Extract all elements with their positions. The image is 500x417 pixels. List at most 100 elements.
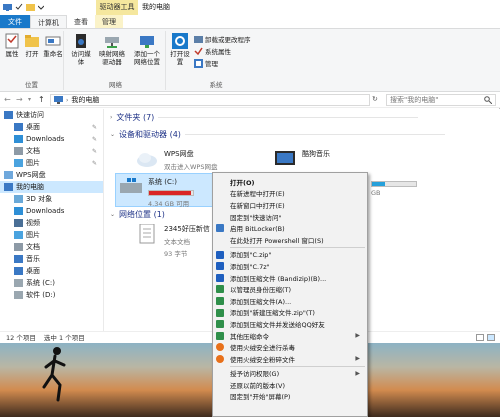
devices-section-header[interactable]: ⌄ 设备和驱动器 (4) xyxy=(110,129,445,140)
properties-button[interactable]: 属性 xyxy=(4,33,20,58)
access-media-button[interactable]: 访问媒体 xyxy=(70,33,92,66)
context-menu-item[interactable]: 在新进程中打开(E) xyxy=(213,188,367,200)
system-properties-button[interactable]: 系统属性 xyxy=(194,46,231,56)
context-menu-item[interactable]: 添加到"新建压缩文件.zip"(T) xyxy=(213,307,367,319)
network-section-header[interactable]: ⌄ 网络位置 (1) xyxy=(110,209,165,220)
kugou-name: 酷狗音乐 xyxy=(302,150,330,158)
recent-dropdown-icon[interactable]: ▾ xyxy=(28,96,31,103)
network-group: 访问媒体 映射网络驱动器 添加一个网络位置 网络 xyxy=(66,31,166,90)
open-button[interactable]: 打开 xyxy=(24,33,40,58)
context-menu-item-label: 固定到"快速访问" xyxy=(230,213,282,222)
sidebar-item[interactable]: 图片 ✎ xyxy=(0,157,103,169)
haozip-icon xyxy=(216,320,224,329)
sidebar-item-label: 文档 xyxy=(26,243,40,251)
address-box[interactable]: › 我的电脑 xyxy=(50,94,370,106)
context-menu-item[interactable]: 其他压缩命令 ▶ xyxy=(213,330,367,342)
details-view-icon[interactable] xyxy=(476,334,484,341)
context-menu-item[interactable]: 添加到压缩文件(A)... xyxy=(213,295,367,307)
folders-section-header[interactable]: › 文件夹 (7) xyxy=(110,112,419,123)
context-menu-item[interactable]: 固定到"开始"屏幕(P) xyxy=(213,391,367,403)
sidebar-item[interactable]: Downloads xyxy=(0,205,103,217)
submenu-arrow-icon: ▶ xyxy=(355,369,360,377)
context-menu-item[interactable]: 启用 BitLocker(B) xyxy=(213,222,367,234)
sidebar-item[interactable]: 软件 (D:) xyxy=(0,289,103,301)
sidebar-item[interactable]: 视频 xyxy=(0,217,103,229)
wps-drive-name: WPS网盘 xyxy=(164,150,194,158)
sidebar-item[interactable]: 文档 xyxy=(0,241,103,253)
sidebar-item[interactable]: 文档 ✎ xyxy=(0,145,103,157)
rename-label: 重命名 xyxy=(43,50,63,58)
sidebar-item[interactable]: WPS网盘 xyxy=(0,169,103,181)
pin-icon[interactable]: ✎ xyxy=(92,124,97,131)
tiles-view-icon[interactable] xyxy=(487,334,495,341)
forward-button[interactable]: → xyxy=(16,95,23,104)
runner-silhouette xyxy=(42,347,66,402)
context-menu-item[interactable]: 固定到"快速访问" xyxy=(213,211,367,223)
context-menu-item[interactable]: 在新窗口中打开(E) xyxy=(213,199,367,211)
network-header-label: 网络位置 (1) xyxy=(119,210,165,219)
sidebar-item[interactable]: 桌面 xyxy=(0,265,103,277)
window-title: 我的电脑 xyxy=(142,3,170,11)
tab-computer[interactable]: 计算机 xyxy=(30,15,67,28)
ribbon-tabs: 文件 计算机 查看 管理 xyxy=(0,15,500,29)
access-media-label: 访问媒体 xyxy=(71,50,91,66)
tab-view[interactable]: 查看 xyxy=(67,15,95,28)
refresh-button[interactable]: ↻ xyxy=(372,95,378,103)
context-menu-item[interactable]: 添加到"C.7z" xyxy=(213,260,367,272)
properties-icon xyxy=(5,33,19,49)
haozip-icon xyxy=(216,331,224,340)
open-settings-label: 打开设置 xyxy=(170,50,190,66)
map-drive-button[interactable]: 映射网络驱动器 xyxy=(98,33,126,66)
drive-d-usage-fill xyxy=(372,182,386,186)
kugou-tile[interactable]: 酷狗音乐 xyxy=(273,149,330,169)
context-menu-item[interactable]: 打开(O) xyxy=(213,176,367,188)
pin-icon[interactable]: ✎ xyxy=(92,136,97,143)
document-icon xyxy=(14,147,23,155)
context-menu-item[interactable]: 授予访问权限(G) ▶ xyxy=(213,368,367,380)
sidebar-item-label: 视频 xyxy=(26,219,40,227)
sidebar-item[interactable]: 我的电脑 xyxy=(0,181,103,193)
wps-drive-sub: 双击进入WPS网盘 xyxy=(164,163,218,171)
sidebar-item[interactable]: 音乐 xyxy=(0,253,103,265)
sidebar-item[interactable]: 3D 对象 xyxy=(0,193,103,205)
folder-icon[interactable] xyxy=(26,3,35,13)
context-menu-item[interactable]: 还原以前的版本(V) xyxy=(213,379,367,391)
drive-c-tile[interactable]: 系统 (C:) 4.34 GB 可用 xyxy=(115,173,215,208)
pin-icon[interactable]: ✎ xyxy=(92,148,97,155)
checkmark-icon[interactable] xyxy=(15,3,23,13)
add-network-location-button[interactable]: 添加一个网络位置 xyxy=(132,33,162,66)
uninstall-program-button[interactable]: 卸载或更改程序 xyxy=(194,34,251,44)
tab-manage[interactable]: 管理 xyxy=(95,15,123,28)
rename-button[interactable]: 重命名 xyxy=(43,33,63,58)
shield-icon xyxy=(216,224,224,233)
pin-icon[interactable]: ✎ xyxy=(92,160,97,167)
up-button[interactable]: ↑ xyxy=(38,95,45,104)
tab-file[interactable]: 文件 xyxy=(0,15,30,28)
context-menu-item[interactable]: 使用火绒安全粉碎文件 ▶ xyxy=(213,353,367,365)
context-menu-item[interactable]: 使用火绒安全进行杀毒 xyxy=(213,341,367,353)
manage-button[interactable]: 管理 xyxy=(194,58,218,68)
sidebar-item[interactable]: 桌面 ✎ xyxy=(0,121,103,133)
sidebar-item[interactable]: Downloads ✎ xyxy=(0,133,103,145)
breadcrumb[interactable]: 我的电脑 xyxy=(71,95,99,105)
context-menu-item[interactable]: 在此处打开 Powershell 窗口(S) xyxy=(213,234,367,246)
search-icon xyxy=(484,96,492,104)
back-button[interactable]: ← xyxy=(4,95,11,104)
location-group-label: 位置 xyxy=(25,81,38,89)
context-menu-item[interactable]: 添加到压缩文件 (Bandizip)(B)... xyxy=(213,272,367,284)
sidebar-item[interactable]: 系统 (C:) xyxy=(0,277,103,289)
sidebar-item[interactable]: 快速访问 xyxy=(0,109,103,121)
address-bar-row: ← → ▾ ↑ › 我的电脑 ↻ 搜索"我的电脑" xyxy=(0,92,500,108)
sidebar-item[interactable]: 图片 xyxy=(0,229,103,241)
context-menu-item[interactable]: 添加到"C.zip" xyxy=(213,249,367,261)
menu-separator xyxy=(230,365,365,367)
search-input[interactable]: 搜索"我的电脑" xyxy=(386,94,496,106)
open-settings-button[interactable]: 打开设置 xyxy=(170,33,190,66)
context-menu-item[interactable]: 添加到压缩文件并发送给QQ好友 xyxy=(213,318,367,330)
network-item-tile[interactable]: 2345好压新信 文本文档 93 字节 xyxy=(135,224,210,258)
wps-drive-tile[interactable]: WPS网盘双击进入WPS网盘 xyxy=(135,149,217,171)
chevron-down-icon[interactable] xyxy=(37,3,45,13)
haozip-icon xyxy=(216,296,224,305)
context-menu-item[interactable]: 以管理员身份压缩(T) xyxy=(213,283,367,295)
drive-d-tile[interactable]: GB xyxy=(371,181,421,197)
